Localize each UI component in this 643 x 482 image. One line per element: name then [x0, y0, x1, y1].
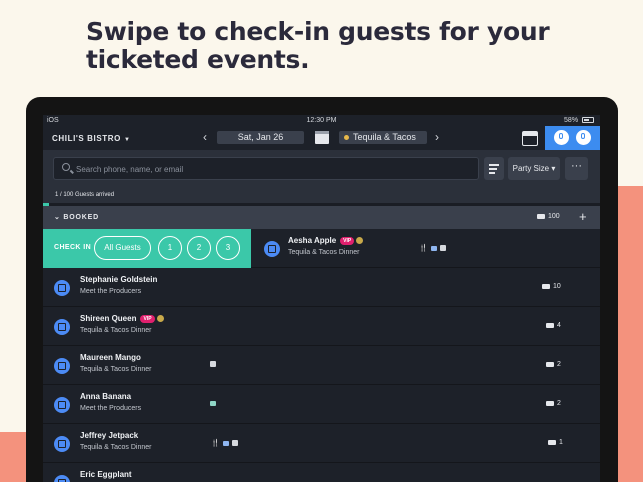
ticket-icon: [542, 283, 550, 289]
event-selector[interactable]: Tequila & Tacos: [339, 131, 427, 144]
battery-icon: [582, 117, 594, 124]
checkin-label: CHECK IN: [54, 244, 92, 251]
booked-section-header[interactable]: ⌄ BOOKED 100 +: [43, 206, 600, 229]
status-bar: iOS 12:30 PM 58%: [43, 115, 600, 126]
cake-icon: [430, 245, 437, 251]
guest-avatar-icon: [54, 436, 70, 452]
guest-avatar-icon: [54, 319, 70, 335]
guest-row[interactable]: Shireen Queen VIP Tequila & Tacos Dinner …: [43, 307, 600, 346]
ticket-icon: [548, 439, 556, 445]
search-icon: [62, 163, 70, 171]
headline: Swipe to check-in guests for your ticket…: [86, 17, 550, 74]
party-count: 4: [546, 322, 561, 329]
chevron-left-icon[interactable]: ‹: [203, 130, 207, 144]
vip-badge: VIP: [340, 236, 355, 245]
loyalty-icon: [356, 237, 364, 245]
loyalty-icon: [156, 315, 164, 323]
guest-event: Tequila & Tacos Dinner: [80, 444, 152, 451]
guest-row[interactable]: Stephanie Goldstein Meet the Producers 1…: [43, 268, 600, 307]
date-selector[interactable]: Sat, Jan 26: [217, 131, 304, 144]
search-box[interactable]: [53, 157, 479, 180]
battery-status: 58%: [564, 117, 594, 124]
guest-row[interactable]: Eric Eggplant: [43, 463, 600, 482]
battery-percent: 58%: [564, 117, 579, 124]
vip-badge: VIP: [140, 314, 155, 323]
guest-avatar-icon: [264, 241, 280, 257]
booked-label: ⌄ BOOKED: [54, 214, 99, 221]
guest-row[interactable]: Aesha Apple VIP Tequila & Tacos Dinner 🍴: [251, 229, 600, 268]
app-screen: iOS 12:30 PM 58% CHILI'S BISTRO ▼ ‹ Sat, …: [43, 115, 600, 482]
guest-avatar-icon: [54, 358, 70, 374]
more-options-button[interactable]: ···: [565, 157, 588, 180]
venue-name: CHILI'S BISTRO: [52, 134, 121, 143]
note-icon: [210, 361, 216, 368]
party-size-dropdown[interactable]: Party Size ▾: [508, 157, 560, 180]
checkin-all-guests-button[interactable]: All Guests: [94, 236, 151, 260]
event-dot-icon: [344, 135, 349, 141]
ticket-icon: [537, 213, 545, 219]
ticket-icon: [546, 361, 554, 367]
utensils-icon: 🍴: [211, 440, 220, 447]
guest-event: Meet the Producers: [80, 405, 142, 412]
checkin-3-button[interactable]: 3: [216, 236, 240, 260]
ticket-icon: [546, 400, 554, 406]
event-name: Tequila & Tacos: [353, 132, 416, 142]
venue-selector[interactable]: CHILI'S BISTRO ▼: [52, 134, 131, 143]
sort-icon: [489, 164, 499, 166]
chevron-right-icon[interactable]: ›: [435, 130, 439, 144]
search-row: Party Size ▾ ···: [43, 150, 600, 188]
search-input[interactable]: [76, 162, 466, 176]
guest-event: Tequila & Tacos Dinner: [80, 366, 152, 373]
guest-name: Anna Banana: [80, 392, 132, 401]
utensils-icon: 🍴: [419, 245, 428, 252]
table-mode-icon[interactable]: [576, 130, 591, 145]
guest-event: Tequila & Tacos Dinner: [80, 327, 152, 334]
chevron-down-icon: ⌄: [54, 214, 61, 221]
clock: 12:30 PM: [306, 117, 337, 124]
guest-event: Meet the Producers: [80, 288, 142, 295]
top-bar: CHILI'S BISTRO ▼ ‹ Sat, Jan 26 Tequila & …: [43, 126, 600, 150]
booked-count: 100: [537, 213, 560, 220]
guest-avatar-icon: [54, 475, 70, 482]
guest-name: Maureen Mango: [80, 353, 141, 362]
guest-name: Shireen Queen VIP: [80, 314, 164, 323]
checkin-mode-toggle[interactable]: [545, 126, 600, 150]
guest-icons: 🍴: [419, 244, 446, 252]
guest-mode-icon[interactable]: [554, 130, 569, 145]
checkin-1-button[interactable]: 1: [158, 236, 182, 260]
guest-icons: [207, 400, 216, 407]
guest-avatar-icon: [54, 397, 70, 413]
battery-fill: [584, 119, 589, 122]
guest-name: Stephanie Goldstein: [80, 275, 158, 284]
ticket-icon: [546, 322, 554, 328]
guest-icons: 🍴: [211, 439, 238, 447]
calendar-grid-icon[interactable]: [522, 131, 538, 146]
party-count: 2: [546, 361, 561, 368]
guest-row[interactable]: Anna Banana Meet the Producers 2: [43, 385, 600, 424]
calendar-icon[interactable]: [315, 131, 329, 144]
cake-icon: [222, 440, 229, 446]
party-count: 1: [548, 439, 563, 446]
party-count: 2: [546, 400, 561, 407]
guest-icons: [207, 361, 216, 368]
guest-name: Jeffrey Jetpack: [80, 431, 139, 440]
guest-name: Aesha Apple VIP: [288, 236, 364, 245]
swipe-checkin-panel: CHECK IN All Guests 1 2 3: [43, 229, 251, 268]
note-icon: [439, 245, 446, 252]
guest-name: Eric Eggplant: [80, 470, 132, 479]
guest-avatar-icon: [54, 280, 70, 296]
note-icon: [231, 440, 238, 447]
guest-row[interactable]: Maureen Mango Tequila & Tacos Dinner 2: [43, 346, 600, 385]
checkin-2-button[interactable]: 2: [187, 236, 211, 260]
guest-event: Tequila & Tacos Dinner: [288, 249, 360, 256]
guest-row[interactable]: Jeffrey Jetpack Tequila & Tacos Dinner 🍴…: [43, 424, 600, 463]
sort-button[interactable]: [484, 157, 504, 180]
tag-icon: [210, 400, 216, 406]
caret-down-icon: ▼: [123, 137, 131, 143]
party-count: 10: [542, 283, 561, 290]
add-guest-button[interactable]: +: [579, 209, 587, 224]
guests-arrived-label: 1 / 100 Guests arrived: [55, 192, 115, 198]
